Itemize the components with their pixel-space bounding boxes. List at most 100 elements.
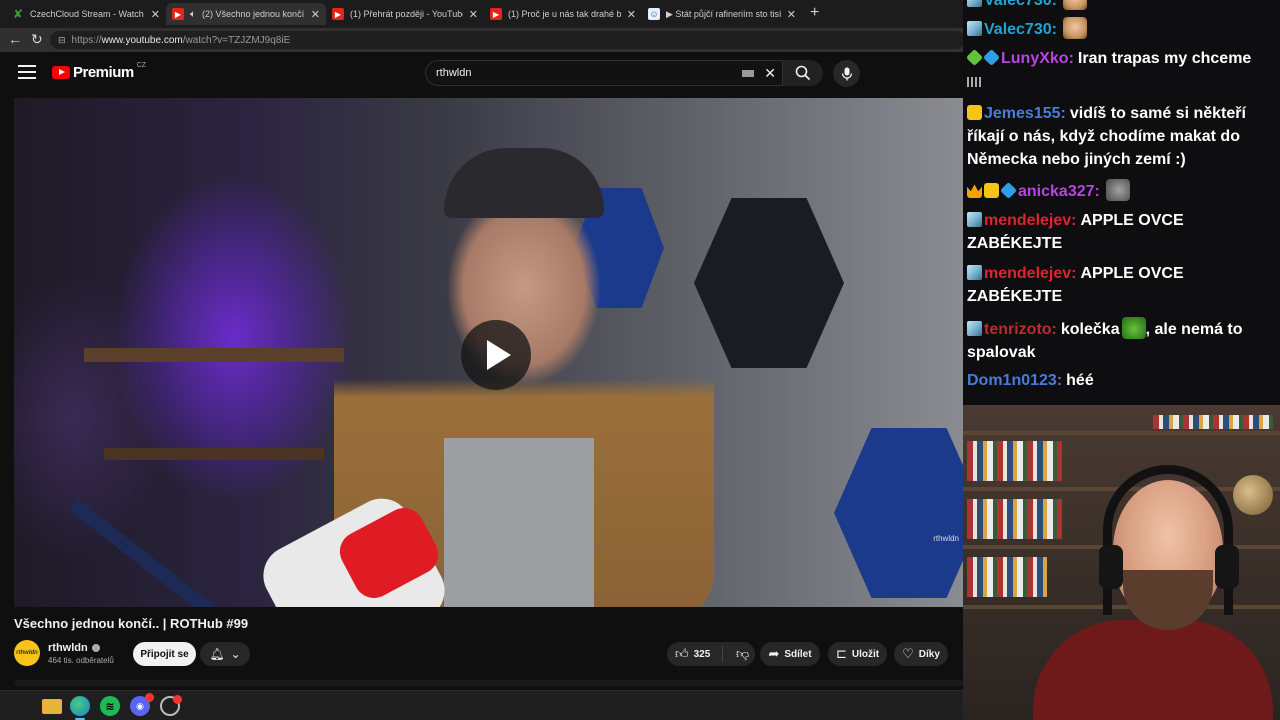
chat-username: Valec730: <box>984 0 1057 9</box>
share-label: Sdílet <box>784 648 812 660</box>
streamer-webcam <box>963 405 1280 720</box>
video-title: Všechno jednou končí.. | ROTHub #99 <box>14 616 249 631</box>
like-count: 325 <box>693 648 711 660</box>
join-button[interactable]: Připojit se <box>133 642 196 666</box>
back-icon[interactable]: ← <box>8 31 22 47</box>
chat-username: LunyXko: <box>1001 50 1074 67</box>
tab-youtube-housing[interactable]: ▶ (1) Proč je u nás tak drahé bydlení ✕ <box>484 3 642 25</box>
dislike-button[interactable]: 👎︎ <box>728 646 749 662</box>
chat-text: Iran trapas my chceme <box>1077 50 1252 67</box>
chat-message: Dom1n0123: héé <box>967 369 1275 392</box>
streamer-shirt <box>1033 620 1273 720</box>
channel-avatar[interactable]: rthwldn <box>14 640 40 666</box>
badge-icon <box>1000 182 1017 199</box>
video-frame-shirt <box>444 438 594 607</box>
channel-name[interactable]: rthwldn <box>48 642 100 654</box>
subscriber-count: 464 tis. odběratelů <box>48 656 114 665</box>
chat-message: mendelejev: APPLE OVCE ZABÉKEJTE <box>967 262 1275 308</box>
site-info-icon[interactable]: ⊟ <box>58 35 66 46</box>
share-button[interactable]: ➦ Sdílet <box>760 642 820 666</box>
search-button[interactable] <box>783 60 823 86</box>
thanks-label: Díky <box>918 648 940 660</box>
spotify-icon[interactable]: ≋ <box>100 696 120 716</box>
books <box>967 499 1062 539</box>
tab-title: CzechCloud Stream - Watch Live o <box>30 9 145 19</box>
notification-bell-button[interactable]: 🔔︎ ⌄ <box>200 642 250 666</box>
tab-youtube-watch-later[interactable]: ▶ (1) Přehrát později - YouTube ✕ <box>326 3 484 25</box>
tab-czechcloud[interactable]: ✘ CzechCloud Stream - Watch Live o ✕ <box>6 3 166 25</box>
chat-username: mendelejev: <box>984 265 1077 282</box>
chat-message: tenrizoto: kolečka, ale nemá to spalovak <box>967 317 1275 364</box>
clear-search-icon[interactable]: ✕ <box>764 65 776 82</box>
chat-text: héé <box>1066 372 1094 389</box>
books <box>967 557 1047 597</box>
like-dislike-group: 👍︎ 325 👎︎ <box>667 642 755 666</box>
youtube-masthead: Premium CZ rthwldn ✕ <box>0 52 963 98</box>
save-button[interactable]: ⊏ Uložit <box>828 642 887 666</box>
edge-browser-icon[interactable] <box>70 696 90 716</box>
tab-close-icon[interactable]: ✕ <box>787 8 796 21</box>
country-code: CZ <box>136 62 147 69</box>
search-input[interactable]: rthwldn <box>436 67 742 79</box>
address-bar[interactable]: ⊟ https://www.youtube.com/watch?v=TZJZMJ… <box>50 31 963 49</box>
navigation-bar: ← ↻ ⊟ https://www.youtube.com/watch?v=TZ… <box>0 28 963 52</box>
video-frame-shelf <box>104 448 324 460</box>
chat-username: Jemes155: <box>984 105 1066 122</box>
like-button[interactable]: 👍︎ 325 <box>667 646 723 662</box>
voice-search-button[interactable] <box>833 60 860 87</box>
tab-youtube-video[interactable]: ▶ 🔈︎ (2) Všechno jednou končí.. | RO ✕ <box>166 3 326 25</box>
chevron-down-icon: ⌄ <box>230 647 241 661</box>
save-label: Uložit <box>851 648 880 660</box>
chat-message: Jemes155: vidíš to samé si někteří říkají… <box>967 102 1275 171</box>
discord-icon[interactable]: ◉ <box>130 693 154 716</box>
tab-close-icon[interactable]: ✕ <box>469 8 478 21</box>
bookmark-icon: ⊏ <box>835 646 847 661</box>
thumbs-up-icon: 👍︎ <box>675 646 689 661</box>
windows-start-icon[interactable] <box>12 697 30 715</box>
hamburger-menu-icon[interactable] <box>18 65 36 79</box>
verified-icon <box>91 644 100 652</box>
tab-title: (2) Všechno jednou končí.. | RO <box>202 9 305 19</box>
tab-close-icon[interactable]: ✕ <box>627 8 636 21</box>
tab-close-icon[interactable]: ✕ <box>311 8 320 21</box>
new-tab-icon[interactable]: + <box>810 4 819 22</box>
microphone-icon <box>841 67 852 80</box>
badge-icon <box>967 184 982 198</box>
youtube-icon: ▶ <box>490 8 502 20</box>
browser-window: ✘ CzechCloud Stream - Watch Live o ✕ ▶ 🔈… <box>0 0 963 690</box>
acoustic-panel <box>834 428 963 598</box>
chat-username: anicka327: <box>1018 183 1100 200</box>
headset-icon <box>1103 465 1233 615</box>
reload-icon[interactable]: ↻ <box>31 31 43 48</box>
badge-icon <box>967 105 982 120</box>
acoustic-panel <box>694 198 844 368</box>
share-icon: ➦ <box>768 646 780 661</box>
notification-badge <box>173 695 182 704</box>
keyboard-icon[interactable] <box>742 69 755 77</box>
tab-close-icon[interactable]: ✕ <box>151 8 160 21</box>
thanks-button[interactable]: ♡ Díky <box>894 642 948 666</box>
tab-news[interactable]: ☺ ▶ Stát půjčí rafineriím sto tisíc tun … <box>642 3 802 25</box>
search-box[interactable]: rthwldn ✕ <box>425 60 783 86</box>
czechcloud-icon: ✘ <box>12 7 24 21</box>
speaker-icon[interactable]: 🔈︎ <box>190 9 196 20</box>
file-explorer-icon[interactable] <box>42 699 62 714</box>
chat-text: kolečka <box>1060 321 1120 338</box>
emote-icon <box>1062 17 1087 39</box>
tab-title: (1) Přehrát později - YouTube <box>350 9 463 19</box>
avatar-text: rthwldn <box>16 650 38 656</box>
blisty-icon: ☺ <box>648 8 660 20</box>
play-button-icon[interactable] <box>461 320 531 390</box>
headset-earcup <box>1099 545 1123 589</box>
chat-username: Valec730: <box>984 21 1057 38</box>
youtube-icon: ▶ <box>332 8 344 20</box>
url-text: https://www.youtube.com/watch?v=TZJZMJ9q… <box>71 34 291 46</box>
emote-icon <box>967 76 983 87</box>
youtube-premium-logo[interactable]: Premium CZ <box>52 62 147 81</box>
badge-icon <box>967 321 982 336</box>
video-frame-shelf <box>84 348 344 362</box>
streaming-app-icon[interactable] <box>160 695 182 716</box>
video-player[interactable]: rthwldn <box>14 98 963 607</box>
badge-icon <box>966 49 983 66</box>
channel-name-text[interactable]: rthwldn <box>48 642 88 654</box>
